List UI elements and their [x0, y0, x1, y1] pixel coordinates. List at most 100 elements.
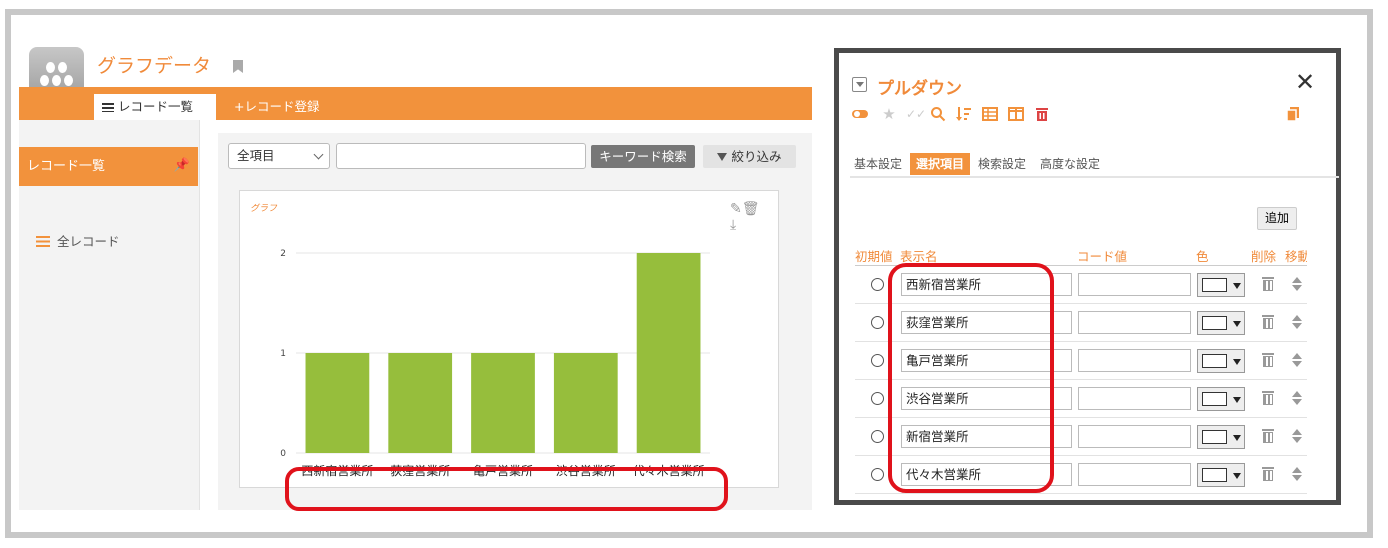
field-select-value: 全項目 [237, 148, 275, 163]
field-select[interactable]: 全項目 [228, 143, 330, 169]
tab-record-list[interactable]: レコード一覧 [94, 94, 216, 120]
trash-icon[interactable] [1262, 277, 1274, 292]
trash-icon[interactable] [1262, 315, 1274, 330]
display-name-input[interactable]: 荻窪営業所 [901, 311, 1072, 334]
color-select[interactable] [1197, 273, 1245, 297]
option-row: 荻窪営業所 [855, 304, 1307, 342]
toggle-icon[interactable] [852, 106, 868, 122]
color-select[interactable] [1197, 463, 1245, 487]
display-name-input[interactable]: 代々木営業所 [901, 463, 1072, 486]
option-row: 新宿営業所 [855, 418, 1307, 456]
filter-icon [717, 153, 728, 161]
code-input[interactable] [1078, 425, 1191, 448]
keyword-input[interactable] [336, 143, 586, 169]
list-icon [102, 103, 114, 112]
default-radio[interactable] [871, 468, 884, 481]
column-color: 色 [1196, 249, 1209, 264]
display-name-input[interactable]: 渋谷営業所 [901, 387, 1072, 410]
option-row: 西新宿営業所 [855, 266, 1307, 304]
tab-basic-settings[interactable]: 基本設定 [854, 153, 902, 175]
y-tick-label: 2 [280, 249, 286, 259]
tab-advanced-settings[interactable]: 高度な設定 [1040, 153, 1100, 175]
color-select[interactable] [1197, 349, 1245, 373]
close-icon[interactable]: ✕ [1295, 70, 1315, 94]
code-input[interactable] [1078, 273, 1191, 296]
x-tick-label: 渋谷営業所 [556, 464, 616, 478]
pulldown-settings-dialog: プルダウン ✕ ★ ✓✓ 基本設定 選択項目 検索設定 高度な設定 追加 初期値… [834, 48, 1341, 505]
tab-add-record[interactable]: +レコード登録 [234, 94, 319, 120]
display-name-input[interactable]: 亀戸営業所 [901, 349, 1072, 372]
tab-options[interactable]: 選択項目 [910, 153, 971, 175]
chart-panel: グラフ ✎🗑 ⤓ 0 1 2 西新宿営業所 荻窪営業所 亀戸営業所 渋谷営業所 代々木営業所 [239, 190, 779, 488]
sidebar-item-label: 全レコード [57, 234, 120, 249]
default-radio[interactable] [871, 430, 884, 443]
bar [636, 253, 701, 453]
columns-icon[interactable] [1008, 106, 1024, 122]
option-row: 渋谷営業所 [855, 380, 1307, 418]
app-tab-bar: レコード一覧 +レコード登録 [19, 87, 812, 120]
main-content: 全項目 キーワード検索 絞り込み グラフ ✎🗑 ⤓ 0 1 2 西新宿営業所 荻窪営業所… [218, 133, 812, 510]
move-handle-icon[interactable] [1292, 314, 1302, 332]
dialog-tabs: 基本設定 選択項目 検索設定 高度な設定 [850, 149, 1339, 178]
double-check-icon[interactable]: ✓✓ [906, 106, 926, 122]
bar [553, 353, 618, 453]
display-name-input[interactable]: 西新宿営業所 [901, 273, 1072, 296]
code-input[interactable] [1078, 463, 1191, 486]
keyword-search-button[interactable]: キーワード検索 [591, 145, 695, 168]
dialog-title: プルダウン [877, 79, 962, 99]
code-input[interactable] [1078, 349, 1191, 372]
x-tick-label: 荻窪営業所 [390, 463, 450, 478]
color-select[interactable] [1197, 311, 1245, 335]
trash-icon[interactable] [1262, 467, 1274, 482]
bookmark-icon[interactable] [233, 60, 243, 73]
default-radio[interactable] [871, 316, 884, 329]
display-name-input[interactable]: 新宿営業所 [901, 425, 1072, 448]
default-radio[interactable] [871, 392, 884, 405]
filter-button[interactable]: 絞り込み [703, 145, 796, 168]
star-icon[interactable]: ★ [881, 106, 897, 122]
trash-icon[interactable] [1262, 353, 1274, 368]
default-radio[interactable] [871, 354, 884, 367]
code-input[interactable] [1078, 387, 1191, 410]
move-handle-icon[interactable] [1292, 390, 1302, 408]
bar [305, 353, 370, 453]
search-icon[interactable] [930, 106, 946, 122]
app-title: グラフデータ [97, 55, 212, 77]
pin-icon[interactable]: 📌 [174, 159, 190, 173]
column-display-name: 表示名 [900, 249, 938, 264]
sort-icon[interactable] [956, 106, 972, 122]
trash-icon[interactable] [1262, 429, 1274, 444]
move-handle-icon[interactable] [1292, 352, 1302, 370]
y-tick-label: 1 [280, 349, 286, 359]
code-input[interactable] [1078, 311, 1191, 334]
sidebar-item-all-records[interactable]: 全レコード [36, 231, 120, 250]
bar-chart: 0 1 2 西新宿営業所 荻窪営業所 亀戸営業所 渋谷営業所 代々木営業所 [280, 249, 710, 478]
x-tick-label: 亀戸営業所 [473, 464, 533, 478]
list-icon [36, 236, 50, 247]
delete-icon[interactable] [1034, 106, 1050, 122]
move-handle-icon[interactable] [1292, 428, 1302, 446]
copy-icon[interactable] [1285, 106, 1301, 122]
default-radio[interactable] [871, 278, 884, 291]
x-tick-label: 代々木営業所 [633, 464, 705, 478]
sidebar-header-label: レコード一覧 [27, 159, 106, 174]
add-option-button[interactable]: 追加 [1257, 207, 1297, 230]
filter-button-label: 絞り込み [731, 149, 782, 164]
bar [388, 353, 453, 453]
x-tick-label: 西新宿営業所 [301, 463, 373, 478]
tab-search-settings[interactable]: 検索設定 [978, 153, 1026, 175]
option-row: 代々木営業所 [855, 456, 1307, 494]
y-tick-label: 0 [280, 449, 286, 459]
move-handle-icon[interactable] [1292, 276, 1302, 294]
table-icon[interactable] [982, 106, 998, 122]
tab-record-list-label: レコード一覧 [118, 99, 194, 114]
color-select[interactable] [1197, 425, 1245, 449]
color-select[interactable] [1197, 387, 1245, 411]
move-handle-icon[interactable] [1292, 466, 1302, 484]
sidebar: レコード一覧 📌 全レコード [19, 120, 200, 510]
bar [471, 353, 535, 453]
sidebar-header: レコード一覧 📌 [19, 147, 198, 186]
column-move: 移動 [1285, 249, 1307, 264]
trash-icon[interactable] [1262, 391, 1274, 406]
option-row: 亀戸営業所 [855, 342, 1307, 380]
